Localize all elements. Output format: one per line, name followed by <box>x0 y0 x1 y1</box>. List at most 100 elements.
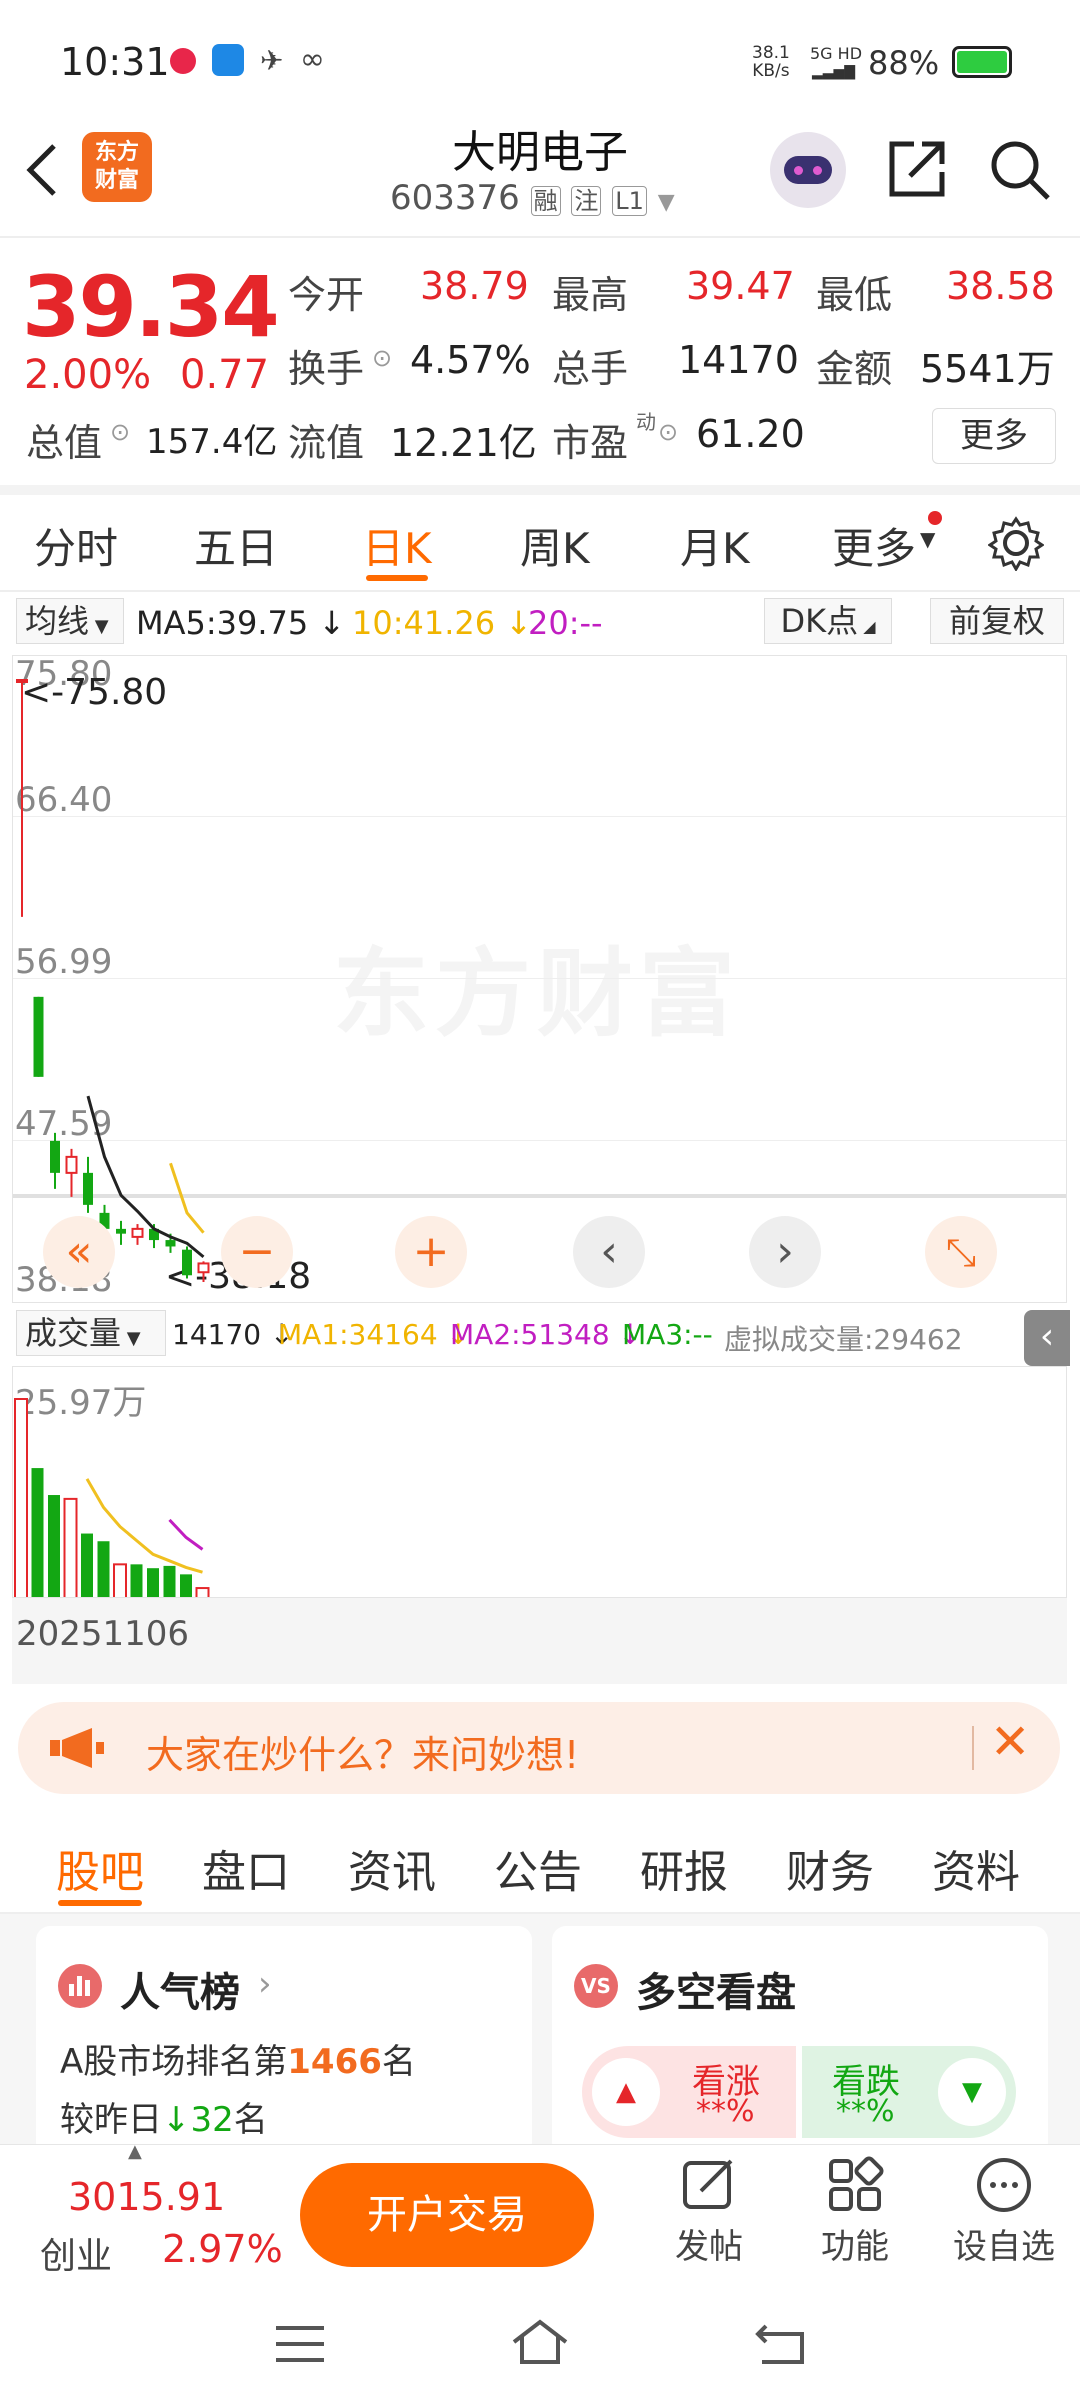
tab-order-book[interactable]: 盘口 <box>202 1836 290 1900</box>
tab-guba[interactable]: 股吧 <box>56 1836 144 1900</box>
post-label: 发帖 <box>675 2227 743 2267</box>
home-icon[interactable] <box>508 2316 572 2368</box>
ma10-value: 10:41.26 ↓ <box>352 604 533 642</box>
app-notification-icon <box>170 48 196 74</box>
volume-chart: 25.97万 <box>12 1366 1067 1598</box>
fullscreen-button[interactable]: ⤡ <box>925 1216 997 1288</box>
add-watchlist-label: 设自选 <box>953 2227 1055 2267</box>
back-icon[interactable] <box>22 140 62 200</box>
tab-research[interactable]: 研报 <box>640 1836 728 1900</box>
zoom-in-button[interactable]: + <box>395 1216 467 1288</box>
sentiment-card: VS 多空看盘 ▲ 看涨 **% 看跌 **% ▼ <box>552 1926 1048 2156</box>
quote-panel: 39.34 2.00% 0.77 今开 38.79 最高 39.47 最低 38… <box>0 240 1080 485</box>
bottom-bar: ▲ 3015.91 创业 2.97% 开户交易 发帖 功能 设自选 <box>0 2141 1080 2282</box>
more-circle-icon <box>977 2158 1031 2212</box>
search-icon[interactable] <box>988 138 1052 202</box>
more-button[interactable]: 更多 <box>932 408 1056 464</box>
active-tab-indicator <box>58 1900 142 1906</box>
popularity-card[interactable]: 人气榜 › A股市场排名第1466名 较昨日↓32名 <box>36 1926 532 2156</box>
scroll-left-fast-button[interactable]: « <box>43 1216 115 1288</box>
volume-bar <box>180 1574 192 1597</box>
bullish-button[interactable]: ▲ 看涨 **% <box>582 2046 796 2138</box>
candle <box>83 1172 93 1205</box>
tab-intraday[interactable]: 分时 <box>34 515 118 576</box>
volume-bar <box>48 1495 60 1597</box>
ma5-value: MA5:39.75 ↓ <box>136 604 346 642</box>
index-value: 3015.91 <box>68 2175 226 2219</box>
candle <box>50 1140 60 1173</box>
candle <box>131 1227 144 1238</box>
close-icon[interactable]: ✕ <box>990 1714 1030 1770</box>
rank-change-line: 较昨日↓32名 <box>60 2100 268 2140</box>
volume-value: 14170 <box>678 338 799 382</box>
ma20-value: 20:-- <box>528 604 603 642</box>
settings-icon[interactable] <box>988 515 1044 571</box>
amount-value: 5541万 <box>920 347 1055 391</box>
tab-more[interactable]: 更多 <box>832 515 916 576</box>
edit-icon <box>683 2159 733 2209</box>
bullish-value: **% <box>696 2094 755 2129</box>
net-speed: 38.1 KB/s <box>752 43 790 81</box>
info-icon[interactable]: ⊙ <box>658 418 678 446</box>
volume-bar <box>130 1564 143 1597</box>
app-logo: 东方 财富 <box>82 132 152 202</box>
turnover-value: 4.57% <box>410 338 531 382</box>
adjust-button[interactable]: 前复权 <box>930 598 1064 644</box>
volume-bar <box>97 1541 110 1597</box>
dk-point-button[interactable]: DK点 ◢ <box>764 598 892 644</box>
tab-news[interactable]: 资讯 <box>348 1836 436 1900</box>
signal-icon: ▂▃▅▇ <box>812 64 856 80</box>
ai-banner[interactable]: 大家在炒什么？来问妙想! ✕ <box>18 1702 1060 1794</box>
mcap-label: 总值 <box>26 421 103 465</box>
tab-announcements[interactable]: 公告 <box>494 1836 582 1900</box>
post-button[interactable]: 发帖 <box>668 2155 750 2275</box>
zoom-out-button[interactable]: − <box>221 1216 293 1288</box>
volume-bar <box>63 1497 78 1597</box>
active-tab-indicator <box>366 575 428 581</box>
arrow-down-icon: ↓ <box>162 2100 191 2140</box>
megaphone-icon <box>50 1728 104 1768</box>
candle <box>16 679 28 683</box>
tab-daily-k[interactable]: 日K <box>362 515 432 576</box>
volume-label: 总手 <box>552 347 629 391</box>
candle <box>182 1249 192 1276</box>
ma-selector[interactable]: 均线 ▼ <box>16 598 124 644</box>
collapse-panel-button[interactable]: ‹ <box>1024 1310 1070 1366</box>
back-nav-icon[interactable] <box>752 2318 812 2368</box>
volume-ma3: MA3:-- <box>622 1318 713 1351</box>
status-time: 10:31 <box>60 40 170 84</box>
tab-profile[interactable]: 资料 <box>932 1836 1020 1900</box>
tab-monthly-k[interactable]: 月K <box>680 515 750 576</box>
tab-weekly-k[interactable]: 周K <box>520 515 590 576</box>
virtual-volume: 虚拟成交量:29462 <box>724 1323 963 1356</box>
pe-label: 市盈 <box>552 421 629 465</box>
share-icon[interactable] <box>886 138 948 200</box>
open-account-trade-button[interactable]: 开户交易 <box>300 2163 594 2267</box>
stock-code-row: 603376 融 注 L1 ▼ <box>390 178 690 218</box>
date-axis: 20251106 <box>12 1598 1067 1684</box>
indicator-selector[interactable]: 成交量 ▼ <box>16 1310 166 1356</box>
registration-tag: 注 <box>571 186 602 216</box>
features-button[interactable]: 功能 <box>814 2155 896 2275</box>
low-label: 最低 <box>816 273 893 317</box>
volume-ma2-line <box>168 1518 204 1551</box>
info-icon[interactable]: ⊙ <box>372 344 392 372</box>
bearish-value: **% <box>836 2094 895 2129</box>
pe-value: 61.20 <box>696 412 805 456</box>
float-label: 流值 <box>288 421 365 465</box>
bearish-button[interactable]: 看跌 **% ▼ <box>802 2046 1016 2138</box>
tab-five-day[interactable]: 五日 <box>194 515 278 576</box>
scroll-right-button[interactable]: › <box>749 1216 821 1288</box>
signal-type: 5G HD <box>810 44 863 63</box>
scroll-left-button[interactable]: ‹ <box>573 1216 645 1288</box>
features-label: 功能 <box>821 2227 889 2267</box>
menu-icon[interactable] <box>272 2322 328 2366</box>
period-tabs: 分时 五日 日K 周K 月K 更多 ▼ <box>0 495 1080 590</box>
assistant-avatar[interactable] <box>770 132 846 208</box>
kline-chart[interactable]: 东方财富 75.80 66.40 56.99 47.59 38.18 <-75.… <box>12 655 1067 1303</box>
link-icon: ∞ <box>300 42 325 77</box>
add-watchlist-button[interactable]: 设自选 <box>944 2155 1064 2275</box>
popularity-title: 人气榜 <box>120 1970 240 2016</box>
info-icon[interactable]: ⊙ <box>110 418 130 446</box>
tab-financials[interactable]: 财务 <box>786 1836 874 1900</box>
